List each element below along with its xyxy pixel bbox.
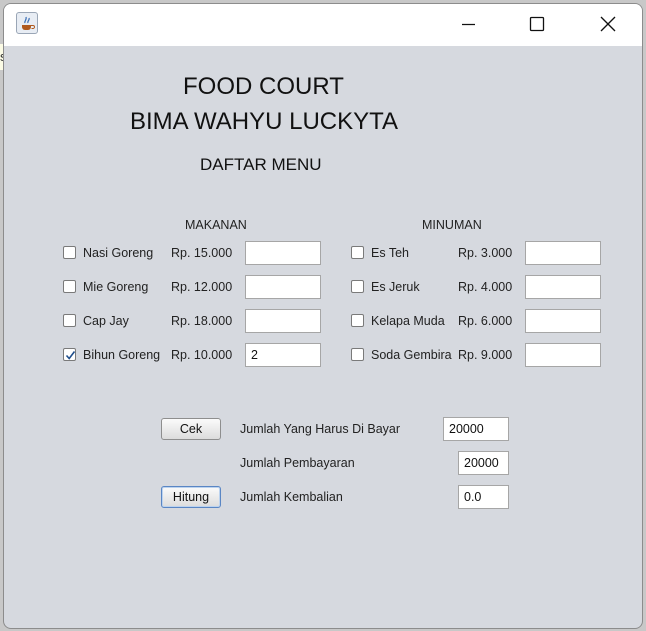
cap-jay-checkbox[interactable] — [63, 314, 76, 327]
mie-goreng-price: Rp. 12.000 — [171, 280, 233, 294]
app-window: FOOD COURT BIMA WAHYU LUCKYTA DAFTAR MEN… — [3, 3, 643, 629]
total-field[interactable]: 20000 — [443, 417, 509, 441]
es-teh-qty-field[interactable] — [525, 241, 601, 265]
total-label: Jumlah Yang Harus Di Bayar — [240, 422, 401, 436]
title-bar[interactable] — [4, 4, 642, 46]
cap-jay-price: Rp. 18.000 — [171, 314, 233, 328]
cek-button[interactable]: Cek — [161, 418, 221, 440]
es-jeruk-qty-field[interactable] — [525, 275, 601, 299]
cap-jay-label: Cap Jay — [83, 314, 129, 328]
checkmark-icon — [65, 351, 76, 360]
makanan-heading: MAKANAN — [185, 218, 247, 232]
soda-gembira-checkbox[interactable] — [351, 348, 364, 361]
es-jeruk-price: Rp. 4.000 — [458, 280, 513, 294]
store-title: FOOD COURT — [183, 73, 344, 100]
kelapa-muda-price: Rp. 6.000 — [458, 314, 513, 328]
cap-jay-qty-field[interactable] — [245, 309, 321, 333]
bihun-goreng-price: Rp. 10.000 — [171, 348, 233, 362]
es-teh-checkbox[interactable] — [351, 246, 364, 259]
store-owner: BIMA WAHYU LUCKYTA — [130, 108, 399, 135]
change-field[interactable]: 0.0 — [458, 485, 509, 509]
maximize-icon — [529, 16, 545, 32]
change-label: Jumlah Kembalian — [240, 490, 343, 504]
es-teh-price: Rp. 3.000 — [458, 246, 513, 260]
nasi-goreng-price: Rp. 15.000 — [171, 246, 233, 260]
nasi-goreng-qty-field[interactable] — [245, 241, 321, 265]
soda-gembira-price: Rp. 9.000 — [458, 348, 513, 362]
close-button[interactable] — [585, 4, 631, 46]
hitung-button[interactable]: Hitung — [161, 486, 221, 508]
nasi-goreng-checkbox[interactable] — [63, 246, 76, 259]
payment-field[interactable]: 20000 — [458, 451, 509, 475]
payment-label: Jumlah Pembayaran — [240, 456, 355, 470]
maximize-button[interactable] — [514, 4, 560, 46]
kelapa-muda-qty-field[interactable] — [525, 309, 601, 333]
java-app-icon — [16, 12, 38, 34]
mie-goreng-checkbox[interactable] — [63, 280, 76, 293]
minuman-heading: MINUMAN — [422, 218, 482, 232]
es-teh-label: Es Teh — [371, 246, 409, 260]
es-jeruk-checkbox[interactable] — [351, 280, 364, 293]
bihun-goreng-qty-field[interactable]: 2 — [245, 343, 321, 367]
minimize-button[interactable] — [445, 4, 491, 46]
kelapa-muda-checkbox[interactable] — [351, 314, 364, 327]
mie-goreng-label: Mie Goreng — [83, 280, 149, 294]
minimize-icon — [462, 23, 475, 26]
es-jeruk-label: Es Jeruk — [371, 280, 420, 294]
mie-goreng-qty-field[interactable] — [245, 275, 321, 299]
close-icon — [600, 16, 616, 32]
soda-gembira-label: Soda Gembira — [371, 348, 452, 362]
soda-gembira-qty-field[interactable] — [525, 343, 601, 367]
bihun-goreng-label: Bihun Goreng — [83, 348, 161, 362]
kelapa-muda-label: Kelapa Muda — [371, 314, 445, 328]
menu-heading: DAFTAR MENU — [200, 155, 322, 174]
nasi-goreng-label: Nasi Goreng — [83, 246, 154, 260]
bihun-goreng-checkbox[interactable] — [63, 348, 76, 361]
